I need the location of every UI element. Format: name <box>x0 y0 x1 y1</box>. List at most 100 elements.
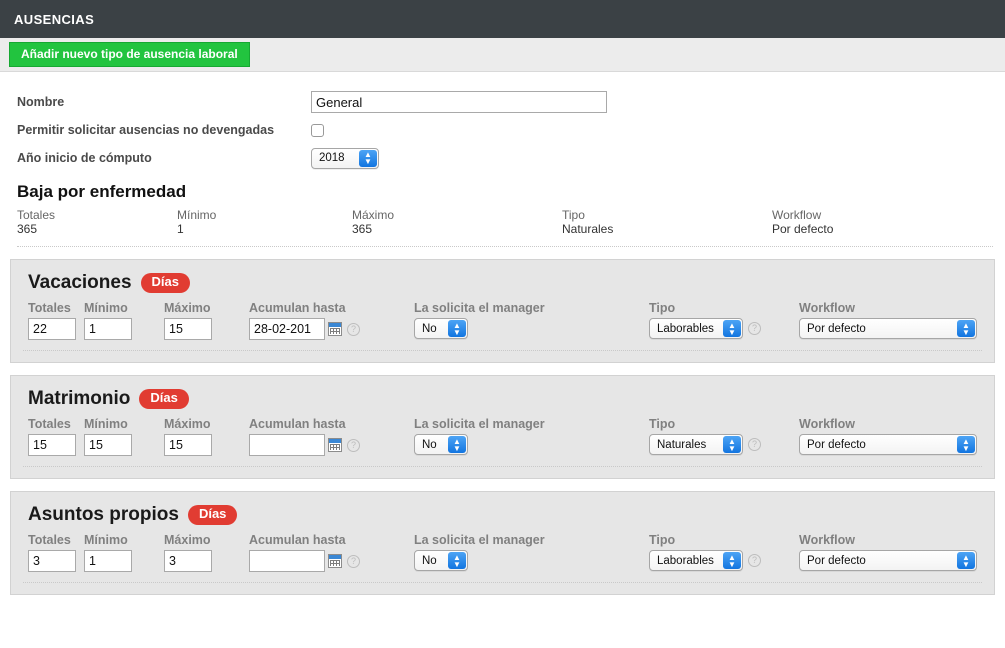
field-totales: Totales <box>28 533 84 572</box>
page-title: AUSENCIAS <box>14 11 95 27</box>
panel-header: Vacaciones Días <box>11 272 994 294</box>
tipo-select[interactable]: Laborables ▲ ▼ <box>649 550 743 571</box>
panel-title: Vacaciones <box>28 272 132 293</box>
anio-select[interactable]: 2018 ▲ ▼ <box>311 147 379 169</box>
readonly-label: Tipo <box>562 208 585 222</box>
permitir-checkbox[interactable] <box>311 123 324 137</box>
field-label-totales: Totales <box>28 417 71 431</box>
manager-select[interactable]: No ▲ ▼ <box>414 434 468 455</box>
panel-header: Matrimonio Días <box>11 388 994 410</box>
field-label-acumulan: Acumulan hasta <box>249 533 346 547</box>
maximo-input[interactable] <box>164 550 212 572</box>
panel-title: Asuntos propios <box>28 504 179 525</box>
absence-panel: Matrimonio Días Totales Mínimo Máximo Ac… <box>10 375 995 479</box>
readonly-value: 1 <box>177 222 184 236</box>
manager-select[interactable]: No ▲ ▼ <box>414 550 468 571</box>
field-totales: Totales <box>28 301 84 340</box>
panel-fields: Totales Mínimo Máximo Acumulan hasta ? <box>11 533 994 572</box>
manager-select-value: No <box>422 554 437 567</box>
workflow-select-value: Por defecto <box>807 554 866 567</box>
panel-title: Matrimonio <box>28 388 131 409</box>
readonly-columns: Totales 365 Mínimo 1 Máximo 365 Tipo Nat… <box>17 209 1005 246</box>
readonly-label: Máximo <box>352 208 395 222</box>
minimo-input[interactable] <box>84 550 132 572</box>
field-manager: La solicita el manager No ▲ ▼ <box>414 533 649 571</box>
panel-header: Asuntos propios Días <box>11 504 994 526</box>
panel-fields: Totales Mínimo Máximo Acumulan hasta ? <box>11 417 994 456</box>
field-label-tipo: Tipo <box>649 301 676 315</box>
field-maximo: Máximo <box>164 533 249 572</box>
readonly-label: Mínimo <box>177 208 217 222</box>
nombre-label: Nombre <box>17 95 65 109</box>
acumulan-date-input[interactable] <box>249 318 325 340</box>
readonly-label: Workflow <box>772 208 822 222</box>
tipo-select[interactable]: Laborables ▲ ▼ <box>649 318 743 339</box>
field-label-totales: Totales <box>28 301 71 315</box>
readonly-section: Baja por enfermedad Totales 365 Mínimo 1… <box>0 172 1005 247</box>
field-label-tipo: Tipo <box>649 533 676 547</box>
field-label-manager: La solicita el manager <box>414 301 545 315</box>
nombre-input[interactable] <box>311 91 607 113</box>
help-icon[interactable]: ? <box>748 554 761 567</box>
readonly-col-minimo: Mínimo 1 <box>177 208 352 237</box>
help-icon[interactable]: ? <box>748 322 761 335</box>
field-label-tipo: Tipo <box>649 417 676 431</box>
acumulan-wrap: ? <box>249 550 414 572</box>
toolbar: Añadir nuevo tipo de ausencia laboral <box>0 38 1005 72</box>
maximo-input[interactable] <box>164 434 212 456</box>
field-label-manager: La solicita el manager <box>414 417 545 431</box>
field-acumulan: Acumulan hasta ? <box>249 533 414 572</box>
absence-panel: Vacaciones Días Totales Mínimo Máximo Ac… <box>10 259 995 363</box>
field-label-maximo: Máximo <box>164 533 211 547</box>
maximo-input[interactable] <box>164 318 212 340</box>
anio-select-value: 2018 <box>319 152 345 164</box>
panel-divider <box>23 582 982 594</box>
chevron-updown-icon: ▲ ▼ <box>723 436 741 453</box>
anio-label: Año inicio de cómputo <box>17 151 152 165</box>
manager-select[interactable]: No ▲ ▼ <box>414 318 468 339</box>
field-tipo: Tipo Laborables ▲ ▼ ? <box>649 301 799 339</box>
minimo-input[interactable] <box>84 318 132 340</box>
readonly-value: 365 <box>352 222 373 236</box>
help-icon[interactable]: ? <box>347 438 360 452</box>
calendar-icon[interactable] <box>328 322 342 336</box>
acumulan-wrap: ? <box>249 434 414 456</box>
field-acumulan: Acumulan hasta ? <box>249 417 414 456</box>
minimo-input[interactable] <box>84 434 132 456</box>
totales-input[interactable] <box>28 550 76 572</box>
chevron-updown-icon: ▲ ▼ <box>448 320 466 337</box>
help-icon[interactable]: ? <box>347 322 360 336</box>
readonly-col-maximo: Máximo 365 <box>352 208 562 237</box>
tipo-select[interactable]: Naturales ▲ ▼ <box>649 434 743 455</box>
field-minimo: Mínimo <box>84 533 164 572</box>
form-row-nombre: Nombre <box>0 88 1005 116</box>
acumulan-date-input[interactable] <box>249 550 325 572</box>
workflow-select[interactable]: Por defecto ▲ ▼ <box>799 434 977 455</box>
section-divider <box>17 246 993 247</box>
acumulan-wrap: ? <box>249 318 414 340</box>
tipo-select-value: Laborables <box>657 322 714 335</box>
readonly-value: Naturales <box>562 222 614 236</box>
add-absence-type-button[interactable]: Añadir nuevo tipo de ausencia laboral <box>9 42 250 67</box>
field-label-acumulan: Acumulan hasta <box>249 301 346 315</box>
field-label-workflow: Workflow <box>799 533 856 547</box>
readonly-section-title: Baja por enfermedad <box>17 182 187 201</box>
totales-input[interactable] <box>28 434 76 456</box>
totales-input[interactable] <box>28 318 76 340</box>
field-tipo: Tipo Laborables ▲ ▼ ? <box>649 533 799 571</box>
help-icon[interactable]: ? <box>748 438 761 451</box>
absence-panel: Asuntos propios Días Totales Mínimo Máxi… <box>10 491 995 595</box>
help-icon[interactable]: ? <box>347 554 360 568</box>
workflow-select[interactable]: Por defecto ▲ ▼ <box>799 318 977 339</box>
status-badge: Días <box>139 389 189 409</box>
workflow-select[interactable]: Por defecto ▲ ▼ <box>799 550 977 571</box>
field-tipo: Tipo Naturales ▲ ▼ ? <box>649 417 799 455</box>
field-label-manager: La solicita el manager <box>414 533 545 547</box>
field-minimo: Mínimo <box>84 301 164 340</box>
acumulan-date-input[interactable] <box>249 434 325 456</box>
field-workflow: Workflow Por defecto ▲ ▼ <box>799 301 989 339</box>
calendar-icon[interactable] <box>328 438 342 452</box>
calendar-icon[interactable] <box>328 554 342 568</box>
chevron-updown-icon: ▲ ▼ <box>448 552 466 569</box>
field-label-totales: Totales <box>28 533 71 547</box>
